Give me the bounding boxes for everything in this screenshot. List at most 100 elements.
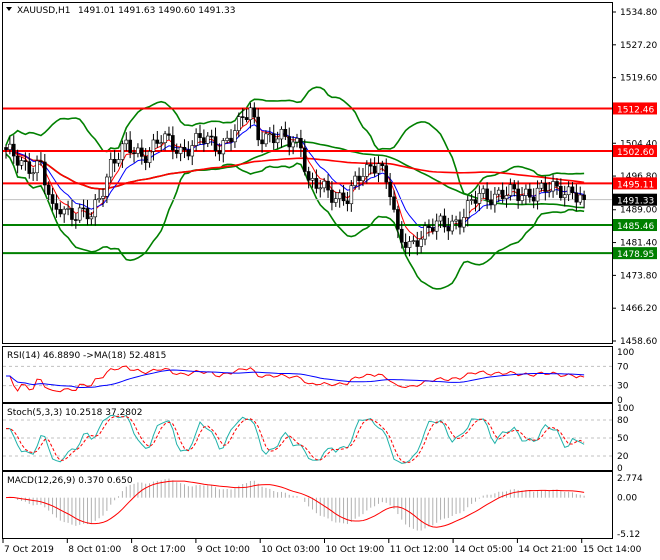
candle [512,184,517,190]
candle [496,189,501,195]
candle [287,136,292,148]
candle [124,139,129,145]
candle [473,199,478,204]
time-label: 9 Oct 10:00 [197,545,250,555]
time-label: 15 Oct 14:00 [583,545,642,555]
candle [372,165,377,174]
candle [233,130,237,143]
candle [407,241,412,248]
candle [434,220,439,232]
current-price-label: 1491.33 [617,197,654,207]
candle [489,199,493,206]
candle [535,187,540,202]
candle [322,180,326,189]
candle [58,209,63,215]
candle [31,172,35,175]
candle [462,217,466,228]
price-tick-label: 1527.20 [620,41,657,51]
chart-window: 1534.80 1527.20 1519.60 1504.40 1496.80 1489.… [0,0,660,560]
candle [217,150,222,155]
candle [27,161,32,174]
candle [209,135,214,138]
level-label: 1512.46 [617,105,654,115]
candle [574,192,579,203]
candle [174,149,179,154]
candle [295,137,299,143]
candle [171,135,175,151]
candle [101,195,105,199]
level-label: 1495.11 [617,180,654,190]
candle [555,181,559,187]
candle [365,164,369,177]
candle [438,215,443,222]
candle [551,181,555,192]
candle [283,128,288,137]
macd-tick-label: -5.12 [617,530,640,540]
candle [264,133,268,145]
candle [442,215,447,228]
candle [504,195,509,199]
candle [446,226,451,232]
candle [186,149,191,157]
level-label: 1485.46 [617,222,654,232]
time-label: 11 Oct 12:00 [390,545,449,555]
candle [268,133,272,136]
candle [361,176,365,182]
candle [70,208,74,220]
price-tick-label: 1473.80 [620,271,657,281]
candle [275,138,280,144]
candle [50,194,55,204]
macd-title: MACD(12,26,9) 0.370 0.650 [7,476,133,486]
candle [543,182,548,192]
candle [419,238,423,247]
candle [120,143,125,160]
stoch-tick-label: 20 [617,452,629,462]
candle [279,128,284,140]
candle [427,225,431,228]
candle [240,116,245,118]
candle [62,208,67,215]
candle [54,203,59,210]
candle [248,107,253,120]
dropdown-triangle-icon[interactable] [6,7,12,11]
candle [469,199,474,201]
candle [450,220,455,232]
rsi-title: RSI(14) 46.8890 ->MA(18) 52.4815 [7,351,166,361]
candle [128,139,132,153]
time-label: 14 Oct 21:00 [518,545,577,555]
candle [35,160,39,174]
candle [237,116,241,131]
candle [132,152,136,154]
candle [520,195,524,201]
candle [46,184,51,195]
candle [353,175,358,186]
candle [396,209,400,230]
candle [299,137,303,149]
candle [252,107,257,118]
candle [8,143,12,150]
candle [136,147,140,154]
candle [116,159,121,164]
candle [74,219,78,221]
candle [527,188,532,198]
candle [66,208,70,210]
time-label: 8 Oct 17:00 [133,545,186,555]
candle [376,163,381,174]
candle [4,147,8,150]
rsi-tick-label: 70 [617,362,629,372]
candle [81,207,86,210]
chart-canvas[interactable]: 1534.801527.201519.601504.401496.801489.… [0,0,660,560]
candle [333,198,338,203]
candle [190,145,195,157]
time-label: 14 Oct 05:00 [454,545,513,555]
candle [411,240,416,242]
candle [454,219,458,222]
macd-tick-label: 2.774 [617,474,643,484]
time-label: 8 Oct 01:00 [68,545,121,555]
price-tick-label: 1534.80 [620,8,657,18]
candle [516,188,520,201]
candle [97,198,101,201]
candle [384,165,389,183]
candle [155,139,160,144]
candle [77,207,82,221]
